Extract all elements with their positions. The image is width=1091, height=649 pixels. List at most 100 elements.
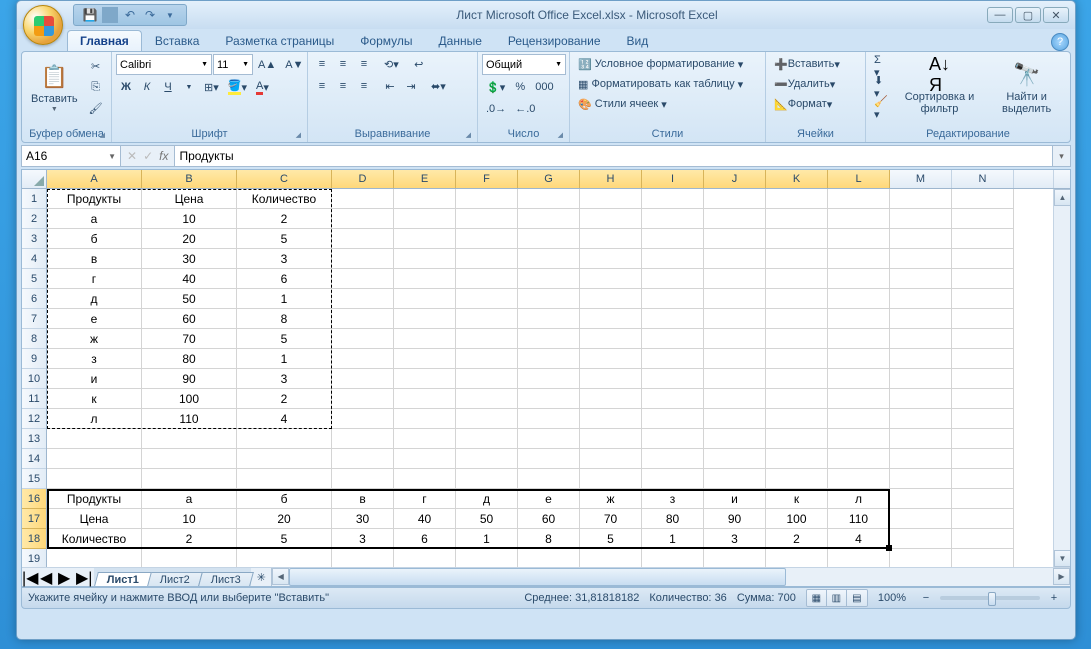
row-header-17[interactable]: 17	[22, 509, 46, 529]
cell-E12[interactable]	[394, 409, 456, 429]
cell-B9[interactable]: 80	[142, 349, 237, 369]
scroll-up-button[interactable]: ▲	[1054, 189, 1070, 206]
cell-F11[interactable]	[456, 389, 518, 409]
comma-button[interactable]: 000	[531, 77, 557, 97]
hscroll-thumb[interactable]	[289, 568, 785, 586]
cell-D4[interactable]	[332, 249, 394, 269]
page-break-view-button[interactable]: ▤	[847, 590, 867, 606]
cell-E13[interactable]	[394, 429, 456, 449]
select-all-corner[interactable]	[22, 170, 47, 188]
cell-A3[interactable]: б	[47, 229, 142, 249]
ribbon-tab-2[interactable]: Разметка страницы	[212, 30, 347, 51]
cell-C8[interactable]: 5	[237, 329, 332, 349]
cell-J10[interactable]	[704, 369, 766, 389]
cell-F19[interactable]	[456, 549, 518, 567]
cell-B10[interactable]: 90	[142, 369, 237, 389]
cell-G1[interactable]	[518, 189, 580, 209]
cell-C9[interactable]: 1	[237, 349, 332, 369]
cell-B15[interactable]	[142, 469, 237, 489]
cell-D12[interactable]	[332, 409, 394, 429]
cell-J13[interactable]	[704, 429, 766, 449]
cell-D17[interactable]: 30	[332, 509, 394, 529]
cell-D5[interactable]	[332, 269, 394, 289]
cell-G8[interactable]	[518, 329, 580, 349]
cell-F16[interactable]: д	[456, 489, 518, 509]
align-top[interactable]: ≡	[312, 54, 332, 74]
cell-H16[interactable]: ж	[580, 489, 642, 509]
sheet-tab-1[interactable]: Лист2	[147, 572, 203, 586]
cell-C6[interactable]: 1	[237, 289, 332, 309]
merge-button[interactable]: ⬌▾	[427, 76, 450, 96]
italic-button[interactable]: К	[137, 77, 157, 97]
cell-I11[interactable]	[642, 389, 704, 409]
cell-L17[interactable]: 110	[828, 509, 890, 529]
cell-D6[interactable]	[332, 289, 394, 309]
cell-K16[interactable]: к	[766, 489, 828, 509]
font-family-combo[interactable]: Calibri▼	[116, 54, 212, 75]
cell-H2[interactable]	[580, 209, 642, 229]
cell-K11[interactable]	[766, 389, 828, 409]
cell-D1[interactable]	[332, 189, 394, 209]
find-select-button[interactable]: 🔭 Найти и выделить	[987, 54, 1066, 120]
cell-J4[interactable]	[704, 249, 766, 269]
cell-N1[interactable]	[952, 189, 1014, 209]
delete-cells-button[interactable]: ➖ Удалить ▾	[770, 74, 861, 94]
cell-M2[interactable]	[890, 209, 952, 229]
first-sheet-button[interactable]: |◀	[22, 568, 40, 586]
ribbon-tab-0[interactable]: Главная	[67, 30, 142, 51]
cell-G9[interactable]	[518, 349, 580, 369]
cell-M9[interactable]	[890, 349, 952, 369]
align-right[interactable]: ≡	[354, 76, 374, 96]
zoom-level[interactable]: 100%	[878, 592, 906, 604]
cell-E11[interactable]	[394, 389, 456, 409]
cell-E4[interactable]	[394, 249, 456, 269]
cell-L7[interactable]	[828, 309, 890, 329]
redo-icon[interactable]: ↷	[142, 7, 158, 23]
cell-A12[interactable]: л	[47, 409, 142, 429]
cell-B4[interactable]: 30	[142, 249, 237, 269]
cell-E18[interactable]: 6	[394, 529, 456, 549]
cell-B5[interactable]: 40	[142, 269, 237, 289]
cell-C12[interactable]: 4	[237, 409, 332, 429]
cell-B2[interactable]: 10	[142, 209, 237, 229]
cell-M19[interactable]	[890, 549, 952, 567]
cell-A4[interactable]: в	[47, 249, 142, 269]
cell-G3[interactable]	[518, 229, 580, 249]
cell-L6[interactable]	[828, 289, 890, 309]
cell-A2[interactable]: а	[47, 209, 142, 229]
row-header-10[interactable]: 10	[22, 369, 46, 389]
align-middle[interactable]: ≡	[333, 54, 353, 74]
format-cells-button[interactable]: 📐 Формат ▾	[770, 94, 861, 114]
cell-F1[interactable]	[456, 189, 518, 209]
cell-N17[interactable]	[952, 509, 1014, 529]
cell-F13[interactable]	[456, 429, 518, 449]
cell-E19[interactable]	[394, 549, 456, 567]
cell-K3[interactable]	[766, 229, 828, 249]
cell-G18[interactable]: 8	[518, 529, 580, 549]
cell-M6[interactable]	[890, 289, 952, 309]
fill-color-button[interactable]: 🪣▾	[224, 77, 251, 97]
cell-B18[interactable]: 2	[142, 529, 237, 549]
cell-K5[interactable]	[766, 269, 828, 289]
cell-K7[interactable]	[766, 309, 828, 329]
cell-N14[interactable]	[952, 449, 1014, 469]
cell-M14[interactable]	[890, 449, 952, 469]
col-header-J[interactable]: J	[704, 170, 766, 188]
cell-L15[interactable]	[828, 469, 890, 489]
ribbon-tab-3[interactable]: Формулы	[347, 30, 425, 51]
ribbon-tab-1[interactable]: Вставка	[142, 30, 213, 51]
cell-F8[interactable]	[456, 329, 518, 349]
row-header-6[interactable]: 6	[22, 289, 46, 309]
borders-button[interactable]: ⊞▾	[200, 77, 223, 97]
row-header-15[interactable]: 15	[22, 469, 46, 489]
cell-A7[interactable]: е	[47, 309, 142, 329]
cell-C11[interactable]: 2	[237, 389, 332, 409]
cell-H14[interactable]	[580, 449, 642, 469]
cell-G11[interactable]	[518, 389, 580, 409]
cell-G10[interactable]	[518, 369, 580, 389]
wrap-text-button[interactable]: ↩	[409, 54, 429, 74]
cell-J5[interactable]	[704, 269, 766, 289]
cell-H15[interactable]	[580, 469, 642, 489]
cell-L16[interactable]: л	[828, 489, 890, 509]
cell-N18[interactable]	[952, 529, 1014, 549]
